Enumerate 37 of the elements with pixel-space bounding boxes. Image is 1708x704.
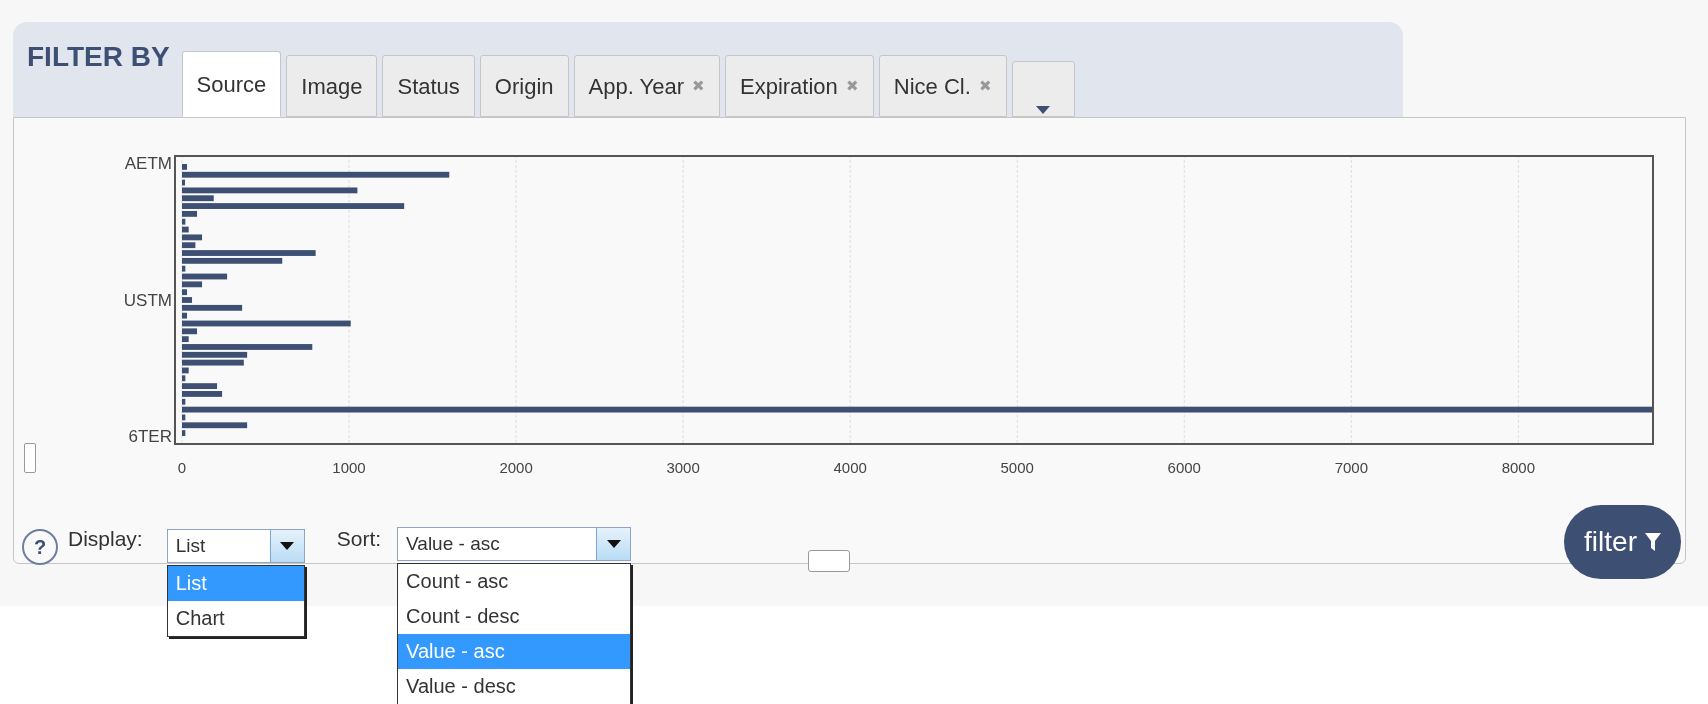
dropdown-option[interactable]: Count - asc [398, 564, 631, 599]
dropdown[interactable]: Value - asc [397, 527, 632, 561]
tick-label: 0 [177, 459, 187, 476]
tick-label: 5000 [1000, 459, 1034, 476]
tick-label: 8000 [1501, 459, 1536, 476]
tab[interactable]: Expiration ✖ [724, 55, 874, 117]
tab[interactable]: Origin [479, 55, 569, 117]
dropdown-option[interactable]: Value - desc [398, 669, 631, 704]
resize-handle[interactable] [24, 443, 36, 473]
caret-icon [269, 530, 304, 562]
display-label: Display: [68, 526, 143, 552]
tab[interactable]: Status [382, 55, 475, 117]
tick-label: 6000 [1167, 459, 1201, 476]
dropdown-option[interactable]: Chart [167, 601, 304, 636]
axis-label: USTM [123, 291, 172, 309]
dropdown[interactable]: List [166, 529, 305, 563]
tick-label: 3000 [666, 459, 700, 476]
tab[interactable]: Image [286, 55, 378, 117]
help-button[interactable]: ? [22, 529, 58, 565]
tab[interactable]: App. Year ✖ [573, 55, 720, 117]
more-tabs-button[interactable] [1011, 61, 1075, 117]
axis-label: 6TER [128, 428, 172, 445]
tick-label: 4000 [833, 459, 867, 476]
axis-label: AETM [124, 155, 172, 172]
resize-handle[interactable] [808, 550, 850, 572]
caret-icon [1036, 106, 1051, 114]
tab[interactable]: Source [181, 51, 282, 117]
tick-label: 7000 [1334, 459, 1368, 476]
filter-button[interactable]: filter [1564, 505, 1681, 579]
caret-icon [596, 528, 631, 560]
section-title: FILTER BY [27, 40, 170, 74]
dropdown-option[interactable]: Count - desc [398, 599, 631, 634]
tick-label: 2000 [499, 459, 533, 476]
tick-label: 1000 [332, 459, 366, 476]
tab[interactable]: Nice Cl. ✖ [878, 55, 1007, 117]
funnel-icon [1645, 533, 1661, 551]
sort-label: Sort: [336, 526, 382, 552]
